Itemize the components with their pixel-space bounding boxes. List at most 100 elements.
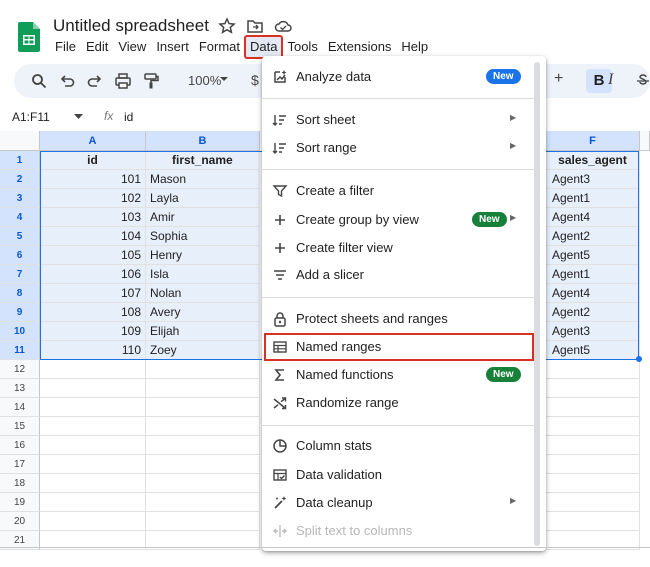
zoom-select[interactable]: 100% <box>188 73 221 88</box>
row-header[interactable]: 15 <box>0 417 40 436</box>
row-header[interactable]: 5 <box>0 227 40 246</box>
row-header[interactable]: 10 <box>0 322 40 341</box>
column-header-f[interactable]: F <box>546 131 640 151</box>
chevron-down-icon[interactable] <box>218 73 230 85</box>
menu-item-named-ranges[interactable]: Named ranges <box>264 333 534 361</box>
cloud-saved-icon[interactable] <box>274 17 292 35</box>
row-header[interactable]: 9 <box>0 303 40 322</box>
row-header[interactable]: 8 <box>0 284 40 303</box>
row-header[interactable]: 3 <box>0 189 40 208</box>
cell-first-name[interactable]: Isla <box>146 265 260 284</box>
cell-id[interactable]: 101 <box>40 170 146 189</box>
cell-id[interactable]: 108 <box>40 303 146 322</box>
cell-sales-agent[interactable]: Agent4 <box>546 208 640 227</box>
empty-cell[interactable] <box>40 455 146 474</box>
menu-format[interactable]: Format <box>194 36 245 58</box>
empty-cell[interactable] <box>40 417 146 436</box>
empty-cell[interactable] <box>546 512 640 531</box>
empty-cell[interactable] <box>146 360 260 379</box>
row-header[interactable]: 13 <box>0 379 40 398</box>
cell-id[interactable]: 104 <box>40 227 146 246</box>
empty-cell[interactable] <box>146 417 260 436</box>
menu-item-sort-sheet[interactable]: Sort sheet ▶ <box>262 106 538 134</box>
paint-format-icon[interactable] <box>142 72 160 90</box>
row-header[interactable]: 7 <box>0 265 40 284</box>
menu-item-add-a-slicer[interactable]: Add a slicer <box>262 261 538 289</box>
cell-id[interactable]: 105 <box>40 246 146 265</box>
empty-cell[interactable] <box>546 398 640 417</box>
menu-tools[interactable]: Tools <box>282 36 322 58</box>
empty-cell[interactable] <box>40 398 146 417</box>
column-header-g[interactable] <box>640 131 650 151</box>
row-header[interactable]: 4 <box>0 208 40 227</box>
cell-first-name[interactable]: Sophia <box>146 227 260 246</box>
redo-icon[interactable] <box>86 72 104 90</box>
move-folder-icon[interactable] <box>246 17 264 35</box>
empty-cell[interactable] <box>146 493 260 512</box>
cell-first-name[interactable]: Henry <box>146 246 260 265</box>
cell-first-name[interactable]: Mason <box>146 170 260 189</box>
header-cell-id[interactable]: id <box>40 151 146 170</box>
menu-view[interactable]: View <box>113 36 151 58</box>
cell-id[interactable]: 102 <box>40 189 146 208</box>
undo-icon[interactable] <box>58 72 76 90</box>
star-icon[interactable] <box>218 17 236 35</box>
cell-id[interactable]: 109 <box>40 322 146 341</box>
menu-item-column-stats[interactable]: Column stats <box>262 432 538 460</box>
empty-cell[interactable] <box>546 436 640 455</box>
cell-sales-agent[interactable]: Agent5 <box>546 246 640 265</box>
cell-sales-agent[interactable]: Agent5 <box>546 341 640 360</box>
cell-sales-agent[interactable]: Agent2 <box>546 303 640 322</box>
formula-input[interactable]: id <box>124 110 133 124</box>
increase-font-size-button[interactable]: + <box>554 70 563 88</box>
empty-cell[interactable] <box>40 512 146 531</box>
cell-first-name[interactable]: Elijah <box>146 322 260 341</box>
menu-file[interactable]: File <box>50 36 81 58</box>
print-icon[interactable] <box>114 72 132 90</box>
row-header[interactable]: 1 <box>0 151 40 170</box>
cell-sales-agent[interactable]: Agent1 <box>546 265 640 284</box>
cell-sales-agent[interactable]: Agent3 <box>546 322 640 341</box>
cell-first-name[interactable]: Zoey <box>146 341 260 360</box>
menu-item-create-filter-view[interactable]: Create filter view <box>262 234 538 262</box>
menu-item-protect-sheets-and-ranges[interactable]: Protect sheets and ranges <box>262 305 538 333</box>
empty-cell[interactable] <box>146 398 260 417</box>
row-header[interactable]: 11 <box>0 341 40 360</box>
cell-sales-agent[interactable]: Agent4 <box>546 284 640 303</box>
menu-item-sort-range[interactable]: Sort range ▶ <box>262 134 538 162</box>
menu-edit[interactable]: Edit <box>81 36 113 58</box>
empty-cell[interactable] <box>146 512 260 531</box>
empty-cell[interactable] <box>146 455 260 474</box>
cell-id[interactable]: 107 <box>40 284 146 303</box>
empty-cell[interactable] <box>146 379 260 398</box>
menu-data[interactable]: Data <box>243 35 284 59</box>
menu-item-named-functions[interactable]: Named functions New <box>262 361 538 389</box>
empty-cell[interactable] <box>40 360 146 379</box>
empty-cell[interactable] <box>40 436 146 455</box>
empty-cell[interactable] <box>40 493 146 512</box>
sheets-logo-icon[interactable] <box>18 22 40 52</box>
cell-id[interactable]: 106 <box>40 265 146 284</box>
cell-id[interactable]: 103 <box>40 208 146 227</box>
cell-first-name[interactable]: Layla <box>146 189 260 208</box>
empty-cell[interactable] <box>40 379 146 398</box>
empty-cell[interactable] <box>546 417 640 436</box>
cell-id[interactable]: 110 <box>40 341 146 360</box>
currency-format-button[interactable]: $ <box>251 72 259 88</box>
header-cell-sales-agent[interactable]: sales_agent <box>546 151 640 170</box>
cell-sales-agent[interactable]: Agent1 <box>546 189 640 208</box>
strikethrough-icon[interactable] <box>634 72 650 90</box>
cell-sales-agent[interactable]: Agent2 <box>546 227 640 246</box>
menu-insert[interactable]: Insert <box>151 36 194 58</box>
empty-cell[interactable] <box>546 360 640 379</box>
row-header[interactable]: 19 <box>0 493 40 512</box>
menu-item-data-validation[interactable]: Data validation <box>262 461 538 489</box>
name-box[interactable]: A1:F11 <box>12 110 50 124</box>
row-header[interactable]: 20 <box>0 512 40 531</box>
empty-cell[interactable] <box>146 474 260 493</box>
empty-cell[interactable] <box>40 474 146 493</box>
cell-sales-agent[interactable]: Agent3 <box>546 170 640 189</box>
cell-first-name[interactable]: Nolan <box>146 284 260 303</box>
row-header[interactable]: 14 <box>0 398 40 417</box>
row-header[interactable]: 12 <box>0 360 40 379</box>
